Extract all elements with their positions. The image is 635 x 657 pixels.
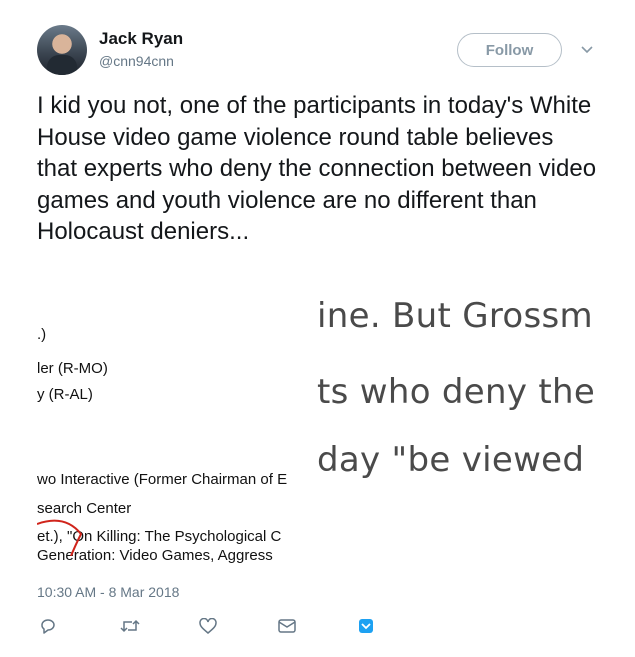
- document-crop: .) ler (R-MO) y (R-AL) wo Interactive (F…: [37, 290, 317, 575]
- save-icon: [359, 619, 373, 633]
- tweet-timestamp[interactable]: 10:30 AM - 8 Mar 2018: [37, 584, 179, 600]
- zoomed-text-crop: ine. But Grossm ts who deny the day "be …: [317, 290, 597, 575]
- zoomed-line: ine. But Grossm: [317, 296, 593, 336]
- author-handle[interactable]: @cnn94cnn: [99, 53, 174, 69]
- follow-label: Follow: [485, 41, 534, 59]
- reply-button[interactable]: [37, 615, 59, 637]
- doc-line: .): [37, 326, 47, 343]
- zoomed-line: ts who deny the: [317, 372, 596, 412]
- direct-message-button[interactable]: [276, 615, 298, 637]
- avatar[interactable]: [37, 25, 87, 75]
- author-name[interactable]: Jack Ryan: [99, 29, 183, 49]
- action-bar: [37, 615, 437, 639]
- doc-line: y (R-AL): [37, 386, 93, 403]
- doc-line: wo Interactive (Former Chairman of E: [37, 471, 288, 488]
- embedded-image[interactable]: .) ler (R-MO) y (R-AL) wo Interactive (F…: [37, 290, 597, 575]
- zoomed-line: day "be viewed: [317, 440, 585, 480]
- tweet-text: I kid you not, one of the participants i…: [37, 92, 597, 245]
- retweet-button[interactable]: [119, 615, 141, 637]
- save-button[interactable]: [355, 615, 377, 637]
- red-annotation-mark: [37, 519, 83, 556]
- direct-message-icon: [278, 619, 296, 633]
- reply-icon: [41, 619, 55, 634]
- doc-line: search Center: [37, 500, 132, 517]
- chevron-down-icon[interactable]: [580, 42, 594, 56]
- follow-button[interactable]: Follow: [457, 33, 562, 67]
- like-icon: [199, 617, 217, 634]
- retweet-icon: [120, 619, 140, 633]
- doc-line: ler (R-MO): [37, 360, 108, 377]
- like-button[interactable]: [197, 615, 219, 637]
